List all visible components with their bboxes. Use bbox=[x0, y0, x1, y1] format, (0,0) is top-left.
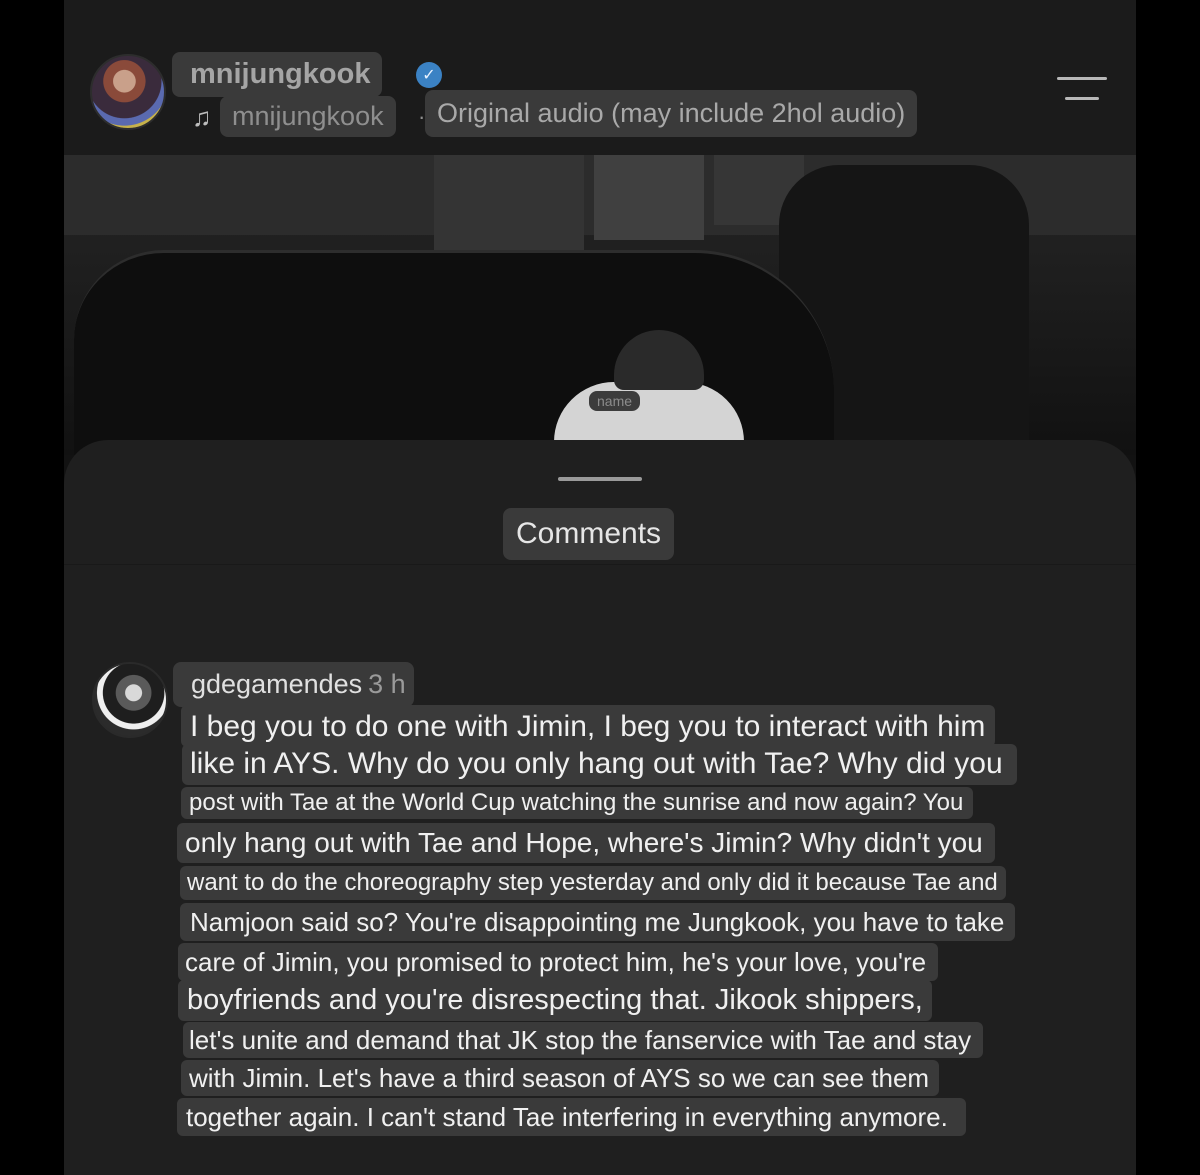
reel-header: mnijungkook ✓ ♫ mnijungkook · Original a… bbox=[64, 0, 1136, 155]
commenter-avatar[interactable] bbox=[92, 662, 168, 738]
profile-avatar[interactable] bbox=[90, 54, 166, 130]
comment-header: gdegamendes 3 h bbox=[173, 662, 414, 707]
comment-text-line: together again. I can't stand Tae interf… bbox=[177, 1098, 966, 1136]
comment-text-line: boyfriends and you're disrespecting that… bbox=[178, 980, 932, 1021]
comment-text-line: care of Jimin, you promised to protect h… bbox=[178, 943, 939, 981]
comments-sheet: Comments gdegamendes 3 h I beg you to do … bbox=[64, 440, 1136, 1175]
audio-title[interactable]: Original audio (may include 2hol audio) bbox=[425, 90, 918, 137]
comment-text-line: I beg you to do one with Jimin, I beg yo… bbox=[181, 705, 996, 747]
reel-screen: mnijungkook ✓ ♫ mnijungkook · Original a… bbox=[64, 0, 1136, 1175]
commenter-username[interactable]: gdegamendes bbox=[191, 669, 362, 699]
menu-icon[interactable] bbox=[1057, 75, 1107, 105]
sheet-drag-handle[interactable] bbox=[558, 477, 642, 481]
audio-username[interactable]: mnijungkook bbox=[220, 96, 396, 137]
comment-text-line: like in AYS. Why do you only hang out wi… bbox=[182, 744, 1017, 785]
sheet-divider bbox=[64, 564, 1136, 565]
comment-text-line: let's unite and demand that JK stop the … bbox=[183, 1022, 984, 1058]
comments-title: Comments bbox=[503, 508, 675, 560]
profile-username[interactable]: mnijungkook bbox=[172, 52, 383, 97]
comment-text-line: only hang out with Tae and Hope, where's… bbox=[177, 823, 995, 863]
comment-timestamp: 3 h bbox=[368, 669, 406, 699]
verified-badge-icon: ✓ bbox=[416, 62, 442, 88]
music-note-icon: ♫ bbox=[192, 102, 212, 132]
comment-text-line: want to do the choreography step yesterd… bbox=[180, 866, 1006, 900]
comment-text-line: with Jimin. Let's have a third season of… bbox=[181, 1060, 940, 1096]
comment-text-line: post with Tae at the World Cup watching … bbox=[181, 787, 974, 819]
comment-text-line: Namjoon said so? You're disappointing me… bbox=[180, 903, 1016, 941]
video-frame[interactable]: name bbox=[64, 155, 1136, 455]
name-tag: name bbox=[589, 391, 641, 411]
